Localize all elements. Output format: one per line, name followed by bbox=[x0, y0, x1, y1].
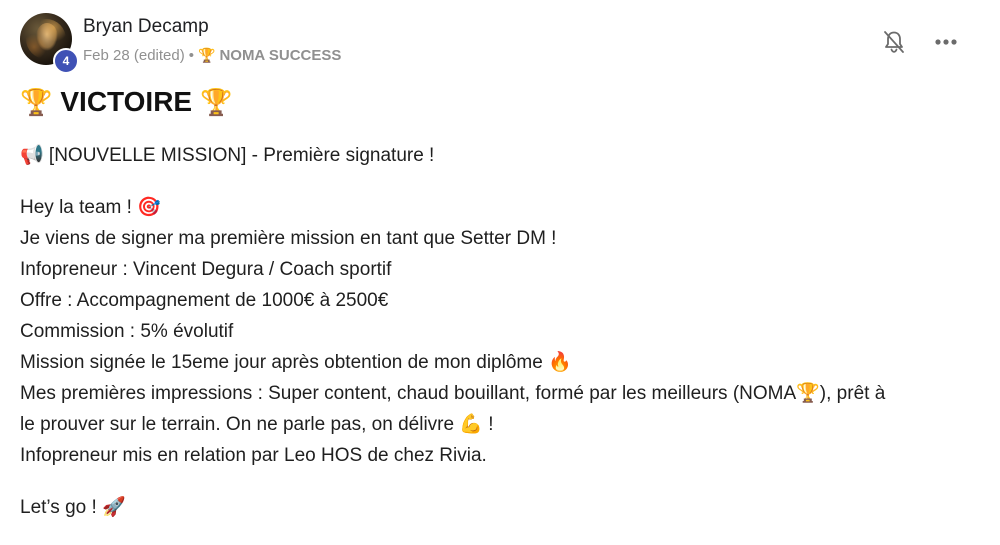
meta-separator: • bbox=[188, 47, 194, 64]
post-title: 🏆 VICTOIRE 🏆 bbox=[20, 86, 232, 118]
post-meta: Feb 28 (edited) • 🏆 NOMA SUCCESS bbox=[83, 47, 341, 64]
more-options-icon[interactable] bbox=[932, 30, 960, 54]
trophy-icon: 🏆 bbox=[200, 86, 233, 117]
body-line: Mes premières impressions : Super conten… bbox=[20, 383, 886, 404]
body-line: Mission signée le 15eme jour après obten… bbox=[20, 352, 572, 373]
body-line: Je viens de signer ma première mission e… bbox=[20, 228, 557, 249]
mission-line: 📢 [NOUVELLE MISSION] - Première signatur… bbox=[20, 145, 435, 166]
body-line: le prouver sur le terrain. On ne parle p… bbox=[20, 414, 494, 435]
trophy-icon: 🏆 bbox=[198, 47, 216, 63]
title-text: VICTOIRE bbox=[60, 86, 193, 117]
body-line: Infopreneur mis en relation par Leo HOS … bbox=[20, 445, 487, 466]
post-date[interactable]: Feb 28 (edited) bbox=[83, 47, 185, 64]
author-name[interactable]: Bryan Decamp bbox=[83, 16, 209, 38]
category-label[interactable]: NOMA SUCCESS bbox=[219, 47, 341, 64]
post-card: 4 Bryan Decamp Feb 28 (edited) • 🏆 NOMA … bbox=[0, 0, 1000, 545]
body-line: Commission : 5% évolutif bbox=[20, 321, 234, 342]
post-body: 📢 [NOUVELLE MISSION] - Première signatur… bbox=[20, 140, 980, 523]
body-line: Infopreneur : Vincent Degura / Coach spo… bbox=[20, 259, 392, 280]
greeting-line: Hey la team ! 🎯 bbox=[20, 197, 161, 218]
body-line: Offre : Accompagnement de 1000€ à 2500€ bbox=[20, 290, 389, 311]
author-avatar[interactable]: 4 bbox=[20, 13, 79, 74]
level-badge: 4 bbox=[53, 48, 79, 74]
closing-line: Let’s go ! 🚀 bbox=[20, 497, 126, 518]
trophy-icon: 🏆 bbox=[20, 86, 53, 117]
bell-off-icon[interactable] bbox=[880, 28, 908, 56]
